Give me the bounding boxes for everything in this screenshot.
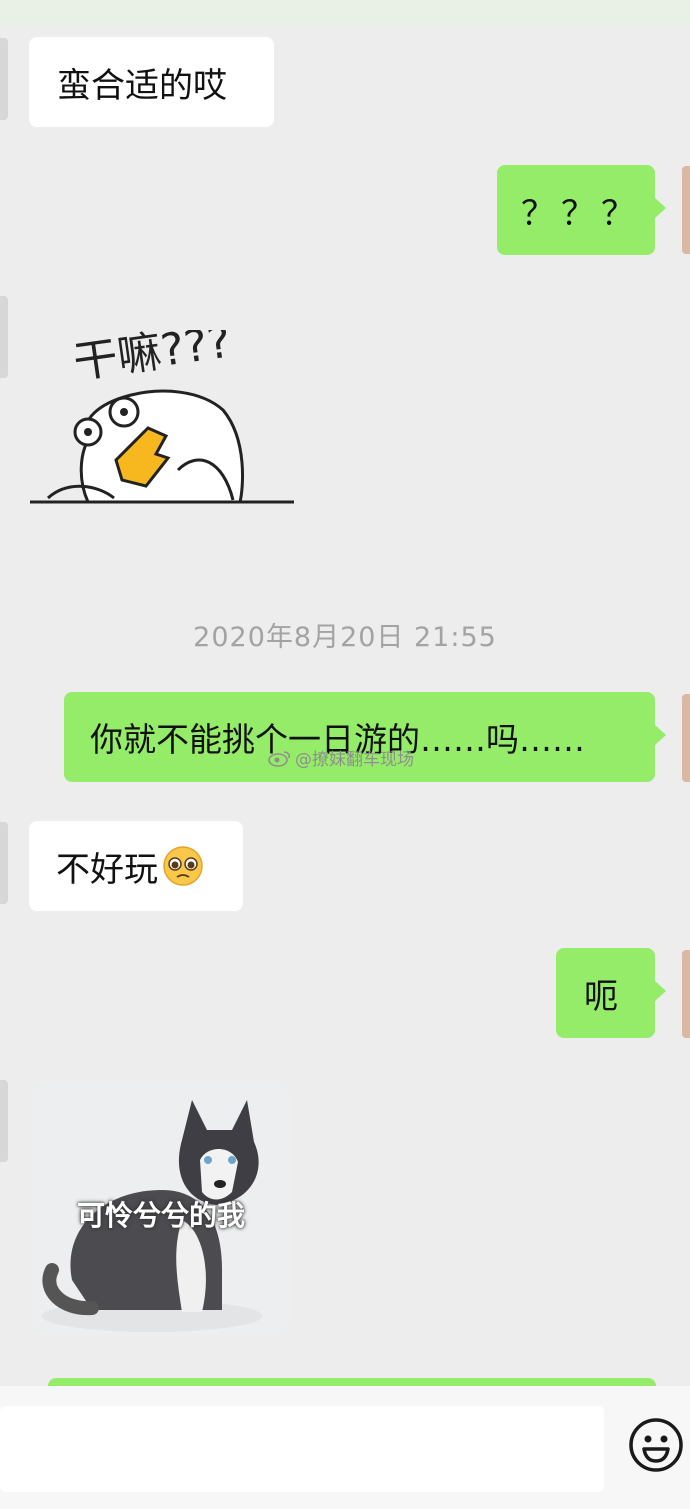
duck-sticker[interactable]: 干嘛??? xyxy=(28,330,296,520)
top-status-strip xyxy=(0,0,690,26)
smiley-icon[interactable] xyxy=(628,1417,684,1473)
contact-avatar[interactable] xyxy=(0,296,8,378)
watermark: @撩妹翻车现场 xyxy=(268,745,414,770)
pleading-face-emoji xyxy=(163,846,203,886)
my-avatar[interactable] xyxy=(682,950,690,1038)
message-bubble-incoming[interactable]: 蛮合适的哎 xyxy=(29,37,274,127)
chat-timestamp: 2020年8月20日 21:55 xyxy=(193,622,497,653)
message-text: 呃 xyxy=(584,976,618,1017)
sticker-caption: 可怜兮兮的我 xyxy=(76,1199,245,1232)
message-input[interactable] xyxy=(0,1406,604,1492)
message-bubble-outgoing[interactable]: ？？？ xyxy=(497,165,666,255)
message-text: 蛮合适的哎 xyxy=(57,65,227,106)
input-bar xyxy=(0,1386,690,1509)
watermark-text: @撩妹翻车现场 xyxy=(295,750,414,770)
weibo-icon xyxy=(268,750,291,767)
my-avatar[interactable] xyxy=(682,166,690,254)
message-text: 不好玩 xyxy=(56,849,158,890)
message-bubble-outgoing[interactable]: 呃 xyxy=(556,948,666,1038)
message-text: ？？？ xyxy=(521,193,641,234)
message-bubble-incoming[interactable]: 不好玩 xyxy=(29,821,243,911)
contact-avatar[interactable] xyxy=(0,1080,8,1162)
my-avatar[interactable] xyxy=(682,694,690,782)
contact-avatar[interactable] xyxy=(0,38,8,120)
contact-avatar[interactable] xyxy=(0,822,8,904)
sticker-text: 干嘛??? xyxy=(70,330,234,389)
husky-sticker[interactable]: 可怜兮兮的我 xyxy=(32,1080,290,1336)
